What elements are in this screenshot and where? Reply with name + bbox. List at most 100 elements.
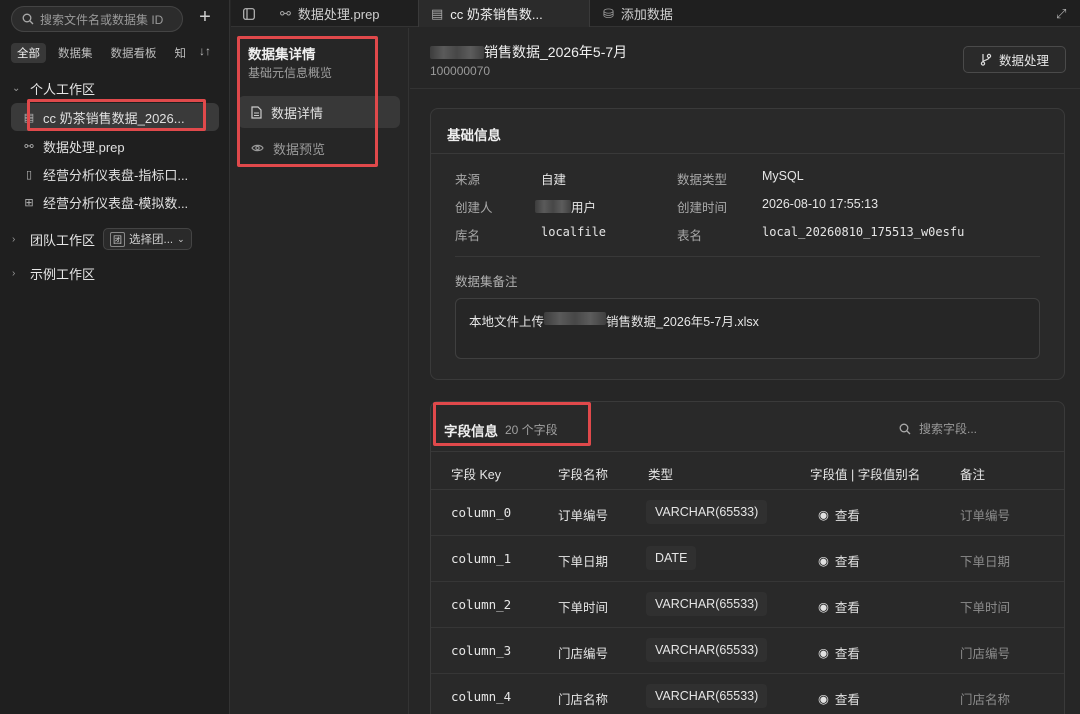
tab-prep[interactable]: ⚯ 数据处理.prep [268,0,392,27]
field-type: VARCHAR(65533) [646,592,768,616]
sort-icon[interactable]: ↓↑ [199,44,211,58]
column-header-values: 字段值 | 字段值别名 [810,468,921,482]
tab-dataset[interactable]: ▤ cc 奶茶销售数... [418,0,590,27]
group-personal[interactable]: ⌄ 个人工作区 [12,79,95,98]
info-value: 自建 [541,173,567,187]
dataset-icon: ▤ [23,111,35,124]
data-process-label: 数据处理 [998,54,1049,68]
group-example[interactable]: › 示例工作区 [12,264,95,283]
tree-item-dataset[interactable]: ▤ cc 奶茶销售数据_2026... [11,103,219,131]
search-placeholder: 搜索文件名或数据集 ID [40,12,164,27]
field-type: VARCHAR(65533) [646,684,768,708]
view-values-button[interactable]: ◉ 查看 [818,551,860,570]
dataset-icon: ▤ [431,5,444,21]
tree-item-dashboard[interactable]: ⊞ 经营分析仪表盘-模拟数... [11,188,219,216]
field-count: 20 个字段 [505,423,558,437]
column-header-name: 字段名称 [558,468,609,482]
expand-icon: ⤢ [1056,5,1067,21]
file-search-input[interactable]: 搜索文件名或数据集 ID [11,6,183,32]
prep-icon: ⚯ [280,5,291,21]
filter-dataset[interactable]: 数据集 [52,43,99,63]
info-key: 创建时间 [677,201,728,215]
field-search-placeholder: 搜索字段... [919,422,978,436]
info-value: MySQL [762,169,804,183]
tab-label: cc 奶茶销售数... [450,7,543,22]
field-key: column_3 [451,643,512,658]
field-name: 订单编号 [558,509,609,523]
team-select[interactable]: 团 选择团... ⌄ [103,228,192,250]
field-key: column_4 [451,689,512,704]
view-values-button[interactable]: ◉ 查看 [818,643,860,662]
view-label: 查看 [834,647,860,661]
info-value: local_20260810_175513_w0esfu [762,225,965,239]
report-icon: ▯ [25,168,33,181]
note-suffix: 销售数据_2026年5-7月.xlsx [606,315,759,329]
tree-item-prep[interactable]: ⚯ 数据处理.prep [11,132,219,160]
info-key: 数据类型 [677,173,728,187]
tree-item-label: 数据处理.prep [43,139,125,155]
nav-item-detail[interactable]: 数据详情 [238,96,400,128]
view-label: 查看 [834,693,860,707]
tree-item-label: cc 奶茶销售数据_2026... [43,110,185,126]
team-icon: 团 [110,231,126,247]
view-label: 查看 [834,509,860,523]
chevron-right-icon: › [12,268,16,279]
eye-icon: ◉ [818,508,829,522]
chevron-down-icon: ⌄ [177,233,185,244]
info-value: localfile [541,225,607,239]
column-header-type: 类型 [648,468,674,482]
filter-dashboard[interactable]: 数据看板 [105,43,163,63]
table-row: column_4 门店名称 VARCHAR(65533) ◉ 查看 门店名称 [431,674,1064,714]
note-prefix: 本地文件上传 [469,315,545,329]
eye-icon: ◉ [818,600,829,614]
collapse-sidebar-button[interactable] [231,0,267,27]
eye-icon [251,144,264,152]
expand-button[interactable]: ⤢ [1048,0,1074,27]
nav-item-preview[interactable]: 数据预览 [238,132,400,164]
field-remark: 下单日期 [960,555,1011,569]
search-icon [22,13,34,25]
info-key: 创建人 [455,201,493,215]
field-key: column_1 [451,551,512,566]
field-key: column_2 [451,597,512,612]
creator-suffix: 用户 [571,201,597,215]
basic-info-title: 基础信息 [447,128,501,143]
tree-item-label: 经营分析仪表盘-模拟数... [43,195,189,211]
info-key: 来源 [455,173,481,187]
info-value: 2026-08-10 17:55:13 [762,197,879,211]
nav-title: 数据集详情 [248,47,316,62]
tab-label: 添加数据 [620,7,673,22]
field-remark: 门店名称 [960,693,1011,707]
dataset-id: 100000070 [430,64,491,78]
field-search-input[interactable]: 搜索字段... [899,420,977,437]
info-value: 用户 [535,197,596,216]
team-select-label: 选择团... [129,234,174,246]
filter-tabs: 全部 数据集 数据看板 知 [11,43,192,63]
tree-item-report[interactable]: ▯ 经营分析仪表盘-指标口... [11,160,219,188]
view-values-button[interactable]: ◉ 查看 [818,597,860,616]
group-team[interactable]: › 团队工作区 团 选择团... ⌄ [12,228,192,250]
view-values-button[interactable]: ◉ 查看 [818,689,860,708]
filter-all[interactable]: 全部 [11,43,46,63]
redacted-block [430,45,484,59]
header-divider [410,88,1080,89]
filter-knowledge[interactable]: 知 [169,43,193,63]
tab-bar: ⚯ 数据处理.prep ▤ cc 奶茶销售数... ⛁ 添加数据 ⤢ [231,0,1080,27]
field-remark: 订单编号 [960,509,1011,523]
nav-item-label: 数据详情 [271,105,324,121]
group-example-label: 示例工作区 [30,267,96,282]
field-info-title: 字段信息 [444,424,498,439]
table-row: column_2 下单时间 VARCHAR(65533) ◉ 查看 下单时间 [431,582,1064,628]
field-type: VARCHAR(65533) [646,638,768,662]
prep-icon: ⚯ [24,140,34,153]
eye-icon: ◉ [818,554,829,568]
eye-icon: ◉ [818,646,829,660]
table-row: column_3 门店编号 VARCHAR(65533) ◉ 查看 门店编号 [431,628,1064,674]
data-process-button[interactable]: 数据处理 [963,46,1066,73]
add-button[interactable]: + [194,6,216,30]
view-values-button[interactable]: ◉ 查看 [818,505,860,524]
file-sidebar: 搜索文件名或数据集 ID + 全部 数据集 数据看板 知 ↓↑ ⌄ 个人工作区 … [0,0,230,714]
column-header-remark: 备注 [960,468,986,482]
tab-add-data[interactable]: ⛁ 添加数据 [591,0,685,27]
group-personal-label: 个人工作区 [30,82,96,97]
